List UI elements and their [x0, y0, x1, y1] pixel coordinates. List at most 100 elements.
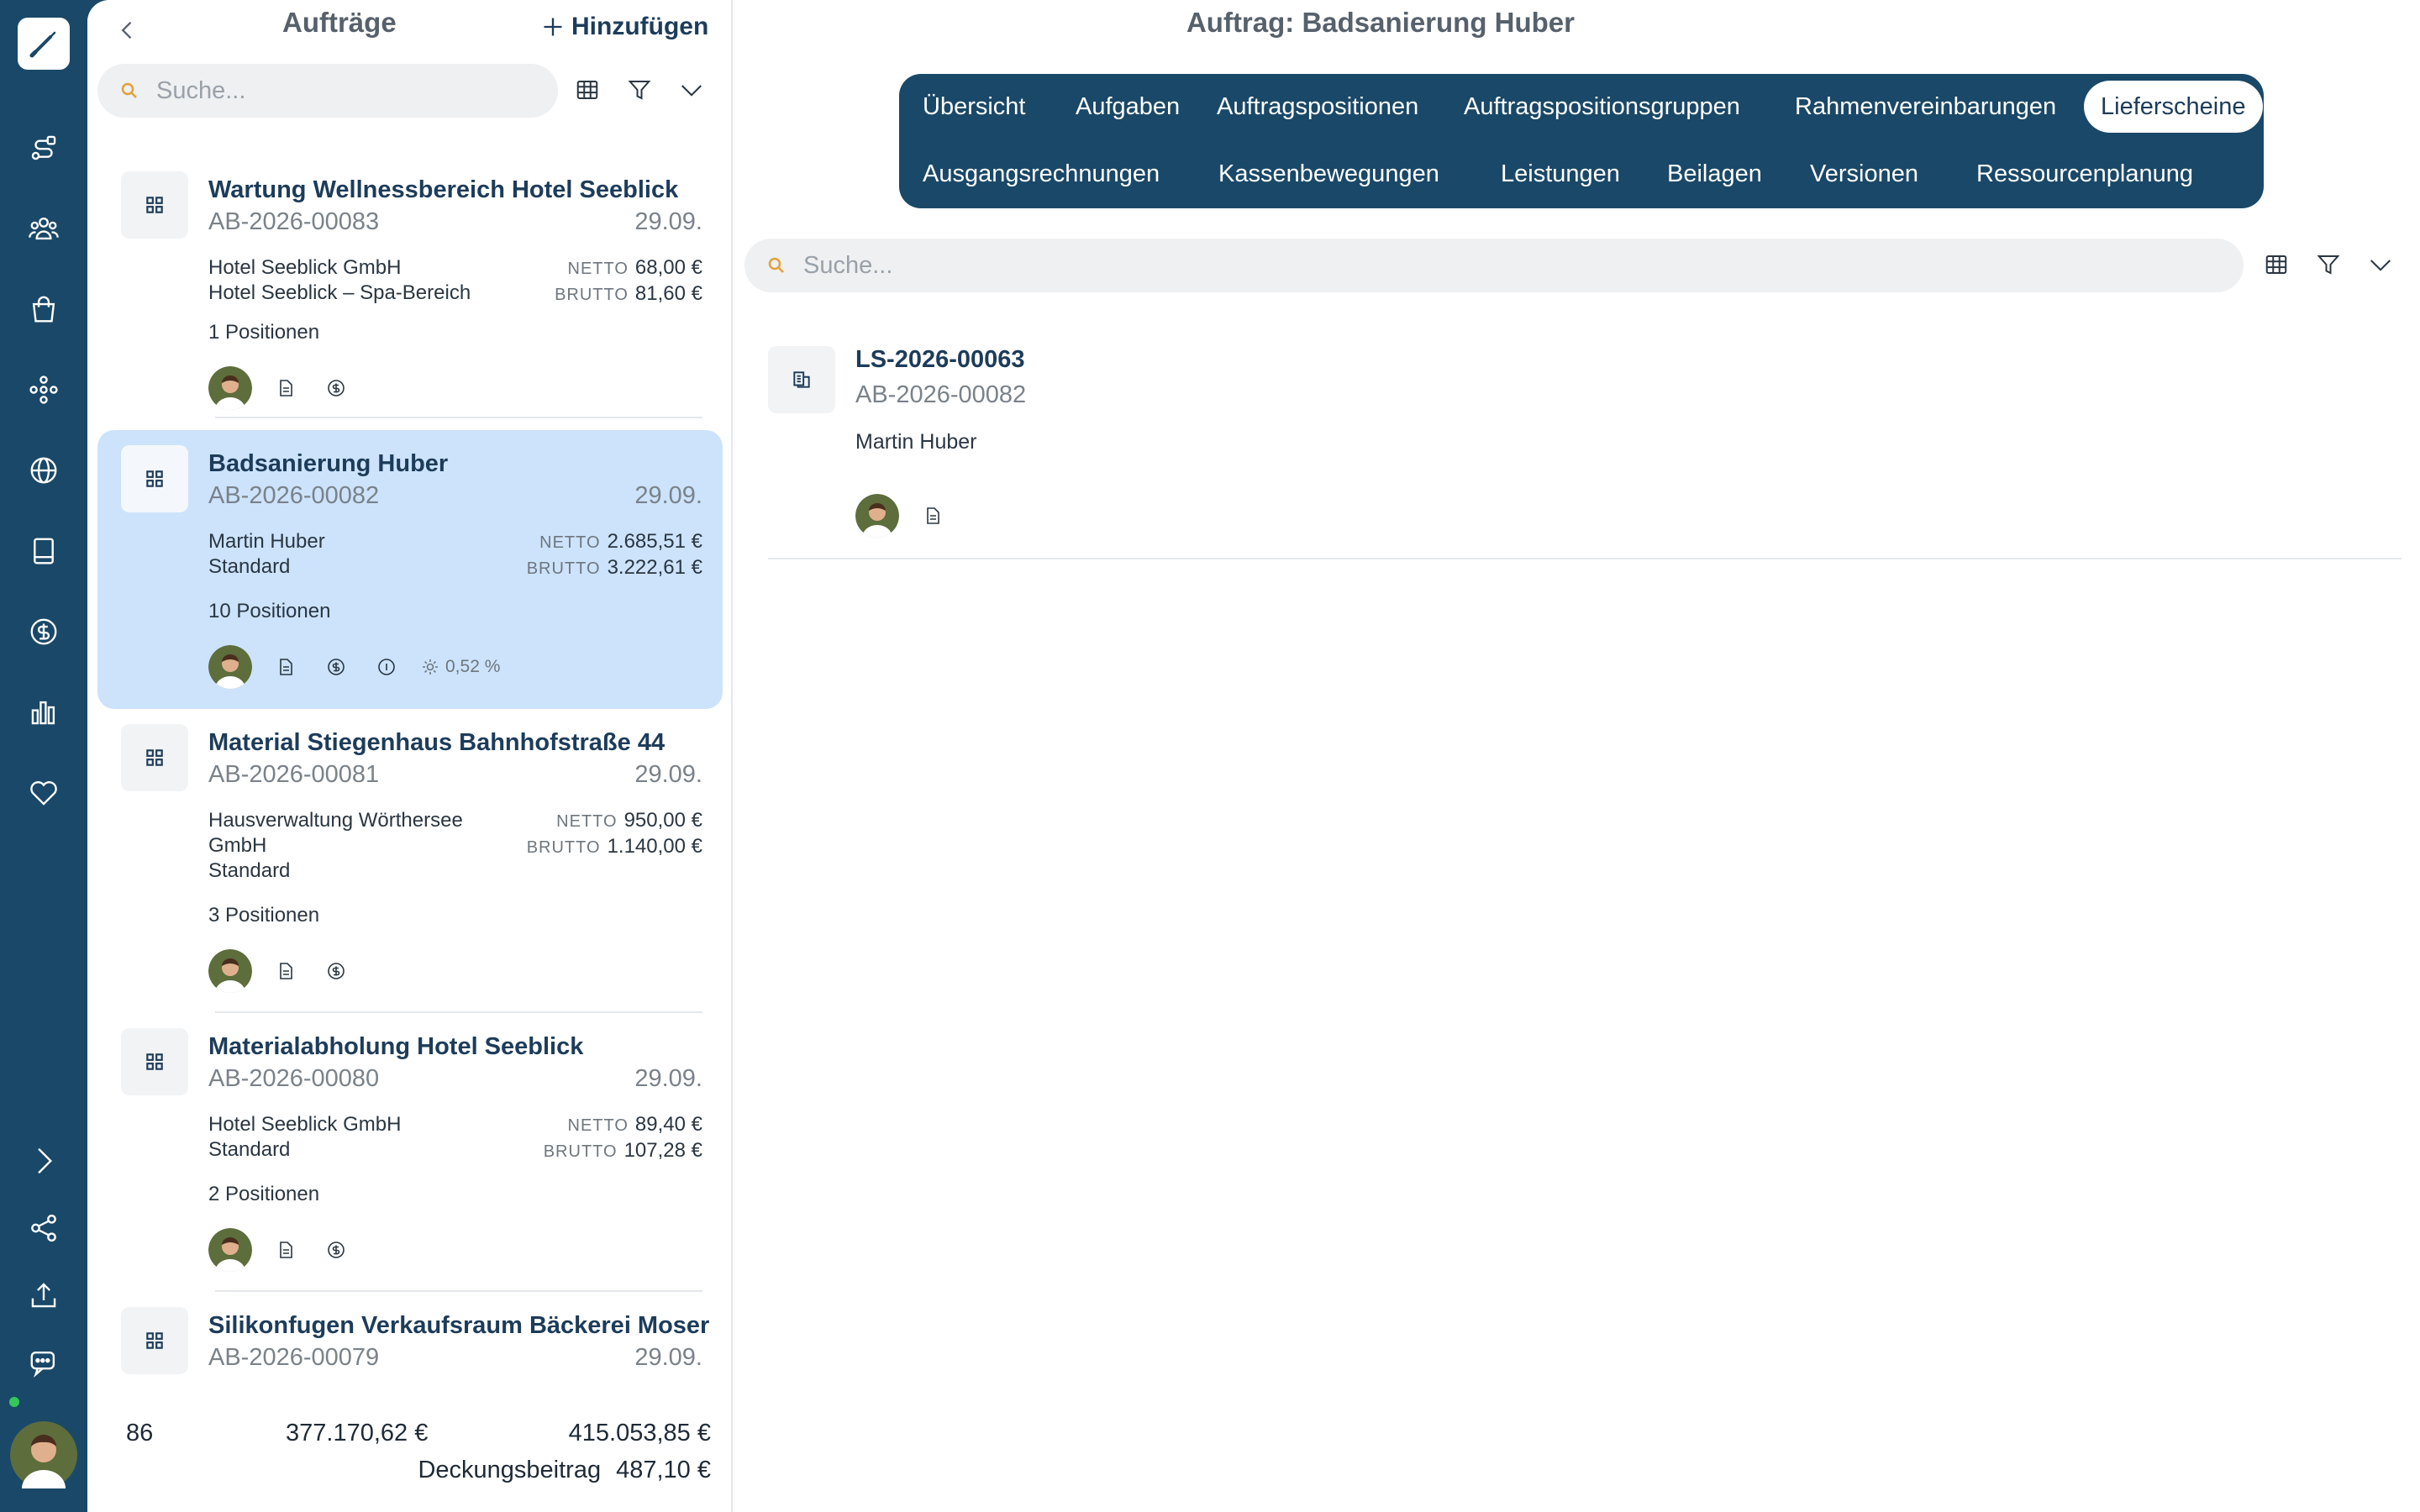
brutto-label: BRUTTO	[543, 1142, 618, 1161]
tab-versionen[interactable]: Versionen	[1793, 148, 1935, 200]
app-rail	[0, 0, 87, 1512]
grid-icon	[146, 1053, 163, 1070]
order-number: AB-2026-00081	[208, 761, 380, 788]
user-avatar[interactable]	[10, 1421, 77, 1488]
tab-beilagen[interactable]: Beilagen	[1650, 148, 1779, 200]
netto-value: 68,00 €	[634, 256, 702, 279]
tab-kassenbewegungen[interactable]: Kassenbewegungen	[1202, 148, 1456, 200]
rail-upload-button[interactable]	[18, 1270, 69, 1320]
order-detail-pane: Auftrag: Badsanierung Huber Übersicht Au…	[734, 0, 2420, 1512]
rail-network-button[interactable]	[18, 365, 69, 415]
detail-tabs: Übersicht Aufgaben Auftragspositionen Au…	[899, 74, 2264, 208]
chevron-down-icon	[681, 85, 702, 97]
tab-leistungen[interactable]: Leistungen	[1484, 148, 1637, 200]
share-icon	[31, 1214, 56, 1242]
assignee-avatar	[208, 645, 252, 689]
rail-favorites-button[interactable]	[18, 768, 69, 818]
add-order-button[interactable]: Hinzufügen	[541, 8, 708, 45]
delivery-note-order: AB-2026-00082	[855, 381, 1027, 408]
orders-search-input[interactable]: Suche...	[97, 64, 558, 118]
tab-rahmenvereinbarungen[interactable]: Rahmenvereinbarungen	[1778, 81, 2073, 133]
order-client: Hotel Seeblick GmbH Hotel Seeblick – Spa…	[208, 255, 511, 306]
assignee-avatar	[208, 1228, 252, 1272]
rail-expand-button[interactable]	[18, 1136, 69, 1186]
order-positions: 2 Positionen	[208, 1183, 320, 1205]
dollar-icon[interactable]	[319, 650, 353, 684]
dollar-icon[interactable]	[319, 1233, 353, 1267]
order-card[interactable]: Wartung Wellnessbereich Hotel Seeblick A…	[97, 156, 723, 418]
document-icon[interactable]	[269, 371, 302, 405]
rail-team-button[interactable]	[18, 203, 69, 254]
order-amounts: NETTO 950,00 € BRUTTO 1.140,00 €	[527, 808, 702, 860]
tab-lieferscheine[interactable]: Lieferscheine	[2084, 81, 2263, 133]
detail-title: Auftrag: Badsanierung Huber	[1186, 7, 1576, 38]
order-number: AB-2026-00080	[208, 1065, 380, 1092]
filter-button[interactable]	[2307, 244, 2349, 286]
order-card[interactable]: Materialabholung Hotel Seeblick AB-2026-…	[97, 1013, 723, 1292]
rail-share-button[interactable]	[18, 1203, 69, 1253]
info-icon[interactable]	[370, 650, 403, 684]
heart-icon	[30, 781, 57, 806]
order-date: 29.09.	[634, 1344, 702, 1371]
expand-icon	[38, 1147, 52, 1174]
rail-book-button[interactable]	[18, 526, 69, 576]
order-card-selected[interactable]: Badsanierung Huber AB-2026-00082 29.09. …	[97, 430, 723, 709]
filter-button[interactable]	[618, 69, 660, 111]
table-view-button[interactable]	[2255, 244, 2297, 286]
list-summary: 86 377.170,62 € 415.053,85 € Deckungsbei…	[87, 1399, 731, 1512]
document-icon[interactable]	[269, 954, 302, 988]
order-card[interactable]: Material Stiegenhaus Bahnhofstraße 44 AB…	[97, 709, 723, 1013]
online-status-indicator	[7, 1394, 22, 1410]
network-icon	[29, 375, 58, 404]
document-icon[interactable]	[916, 499, 950, 533]
delivery-notes-search-input[interactable]: Suche...	[744, 239, 2244, 292]
order-client: Hausverwaltung Wörthersee GmbH Standard	[208, 808, 511, 884]
rail-chat-button[interactable]	[18, 1337, 69, 1388]
order-date: 29.09.	[634, 482, 702, 509]
order-icons	[208, 949, 353, 993]
tab-auftragspositionen[interactable]: Auftragspositionen	[1200, 81, 1435, 133]
rail-finance-button[interactable]	[18, 606, 69, 657]
document-icon[interactable]	[269, 650, 302, 684]
chevron-down-icon	[2370, 260, 2391, 271]
back-button[interactable]	[108, 10, 148, 50]
bar-chart-icon	[31, 701, 55, 725]
tab-uebersicht[interactable]: Übersicht	[906, 81, 1043, 133]
netto-label: NETTO	[567, 260, 629, 278]
contribution-margin-value: 487,10 €	[616, 1457, 711, 1483]
order-count: 86	[126, 1420, 154, 1446]
chat-icon	[30, 1351, 55, 1378]
rail-route-button[interactable]	[18, 123, 69, 173]
rail-globe-button[interactable]	[18, 445, 69, 496]
document-icon[interactable]	[269, 1233, 302, 1267]
sort-dropdown-button[interactable]	[671, 69, 713, 111]
table-icon	[2265, 255, 2287, 274]
tab-aufgaben[interactable]: Aufgaben	[1059, 81, 1197, 133]
order-positions: 1 Positionen	[208, 321, 320, 344]
tab-ressourcenplanung[interactable]: Ressourcenplanung	[1960, 148, 2210, 200]
rail-shop-button[interactable]	[18, 284, 69, 334]
brutto-total: 415.053,85 €	[568, 1420, 711, 1446]
tab-ausgangsrechnungen[interactable]: Ausgangsrechnungen	[906, 148, 1176, 200]
tab-auftragspositionsgruppen[interactable]: Auftragspositionsgruppen	[1447, 81, 1757, 133]
contribution-margin: Deckungsbeitrag 487,10 €	[418, 1457, 711, 1484]
dollar-icon[interactable]	[319, 371, 353, 405]
sort-dropdown-button[interactable]	[2360, 244, 2402, 286]
search-icon	[121, 82, 137, 98]
order-card[interactable]: Silikonfugen Verkaufsraum Bäckerei Moser…	[97, 1292, 723, 1399]
brutto-label: BRUTTO	[526, 838, 601, 857]
order-client: Martin Huber Standard	[208, 529, 511, 580]
client-detail: Standard	[208, 859, 291, 882]
client-detail: Hotel Seeblick – Spa-Bereich	[208, 281, 471, 304]
rail-stats-button[interactable]	[18, 687, 69, 738]
dollar-icon[interactable]	[319, 954, 353, 988]
dollar-icon	[30, 618, 57, 645]
netto-label: NETTO	[567, 1116, 629, 1135]
netto-value: 950,00 €	[623, 809, 702, 832]
delivery-note-row[interactable]: LS-2026-00063 AB-2026-00082 Martin Huber	[768, 329, 2402, 559]
table-view-button[interactable]	[566, 69, 608, 111]
table-icon	[576, 81, 598, 99]
app-logo[interactable]	[18, 18, 70, 70]
grid-icon	[146, 470, 163, 487]
netto-label: NETTO	[556, 812, 618, 831]
